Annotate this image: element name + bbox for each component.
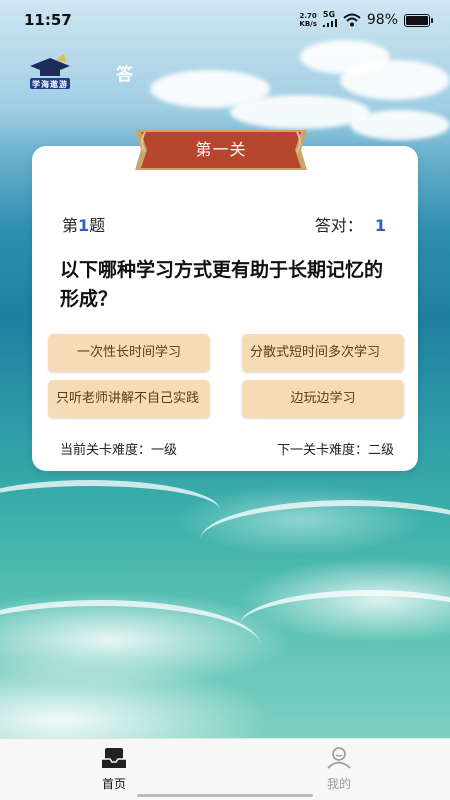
next-level-difficulty: 下一关卡难度：二级 <box>276 443 394 458</box>
speed-unit: KB/s <box>299 20 317 28</box>
signal-bars-icon <box>322 19 337 27</box>
quiz-card: 第1题 答对： 1 以下哪种学习方式更有助于长期记忆的形成？ 一次性长时间学习 分… <box>32 146 418 471</box>
home-icon <box>102 748 126 768</box>
wave <box>0 480 220 540</box>
correct-count-value: 1 <box>374 216 386 235</box>
current-level-difficulty: 当前关卡难度：一级 <box>60 443 178 458</box>
cloud <box>350 110 450 140</box>
wifi-icon <box>343 13 361 27</box>
stage-title: 第一关 <box>195 140 247 159</box>
logo-text: 学海遨游 <box>32 80 68 89</box>
speed-value: 2.70 <box>299 12 317 20</box>
cloud <box>340 60 450 100</box>
nav-home-label: 首页 <box>101 777 126 791</box>
wave <box>240 590 450 660</box>
wave <box>200 500 450 580</box>
nav-home-tab[interactable]: 首页 <box>84 747 144 795</box>
battery-percent: 98% <box>366 12 398 28</box>
user-icon <box>327 747 351 769</box>
question-number: 第1题 <box>62 212 105 236</box>
option-b-button[interactable]: 分散式短时间多次学习 <box>242 334 404 372</box>
option-a-button[interactable]: 一次性长时间学习 <box>48 334 210 372</box>
question-suffix: 题 <box>89 216 106 235</box>
question-prefix: 第 <box>62 216 79 235</box>
network-type: 5G <box>322 10 336 19</box>
battery-fill <box>406 15 428 25</box>
option-c-button[interactable]: 只听老师讲解不自己实践 <box>48 380 210 418</box>
question-number-value: 1 <box>78 216 90 235</box>
option-d-button[interactable]: 边玩边学习 <box>242 380 404 418</box>
nav-mine-tab[interactable]: 我的 <box>309 747 369 795</box>
correct-count: 答对： 1 <box>315 212 386 236</box>
app-header: 学海遨游 答 <box>26 52 133 92</box>
battery-icon <box>404 13 433 27</box>
question-text: 以下哪种学习方式更有助于长期记忆的形成？ <box>60 259 384 310</box>
stage-ribbon: 第一关 <box>135 128 307 172</box>
wave <box>0 600 260 690</box>
nav-mine-label: 我的 <box>326 777 351 791</box>
status-icons: 2.70 KB/s 5G 98% <box>299 10 433 29</box>
app-logo: 学海遨游 <box>26 52 74 92</box>
bottom-nav: 首页 我的 <box>0 738 450 800</box>
signal-5g-icon: 5G <box>322 10 337 29</box>
app-title: 答 <box>116 64 133 85</box>
status-bar: 11:57 2.70 KB/s 5G 98% <box>0 0 450 40</box>
cloud <box>230 95 370 129</box>
status-time: 11:57 <box>24 11 72 29</box>
correct-label: 答对： <box>314 216 363 235</box>
home-indicator <box>137 794 313 797</box>
network-speed: 2.70 KB/s <box>299 12 316 28</box>
